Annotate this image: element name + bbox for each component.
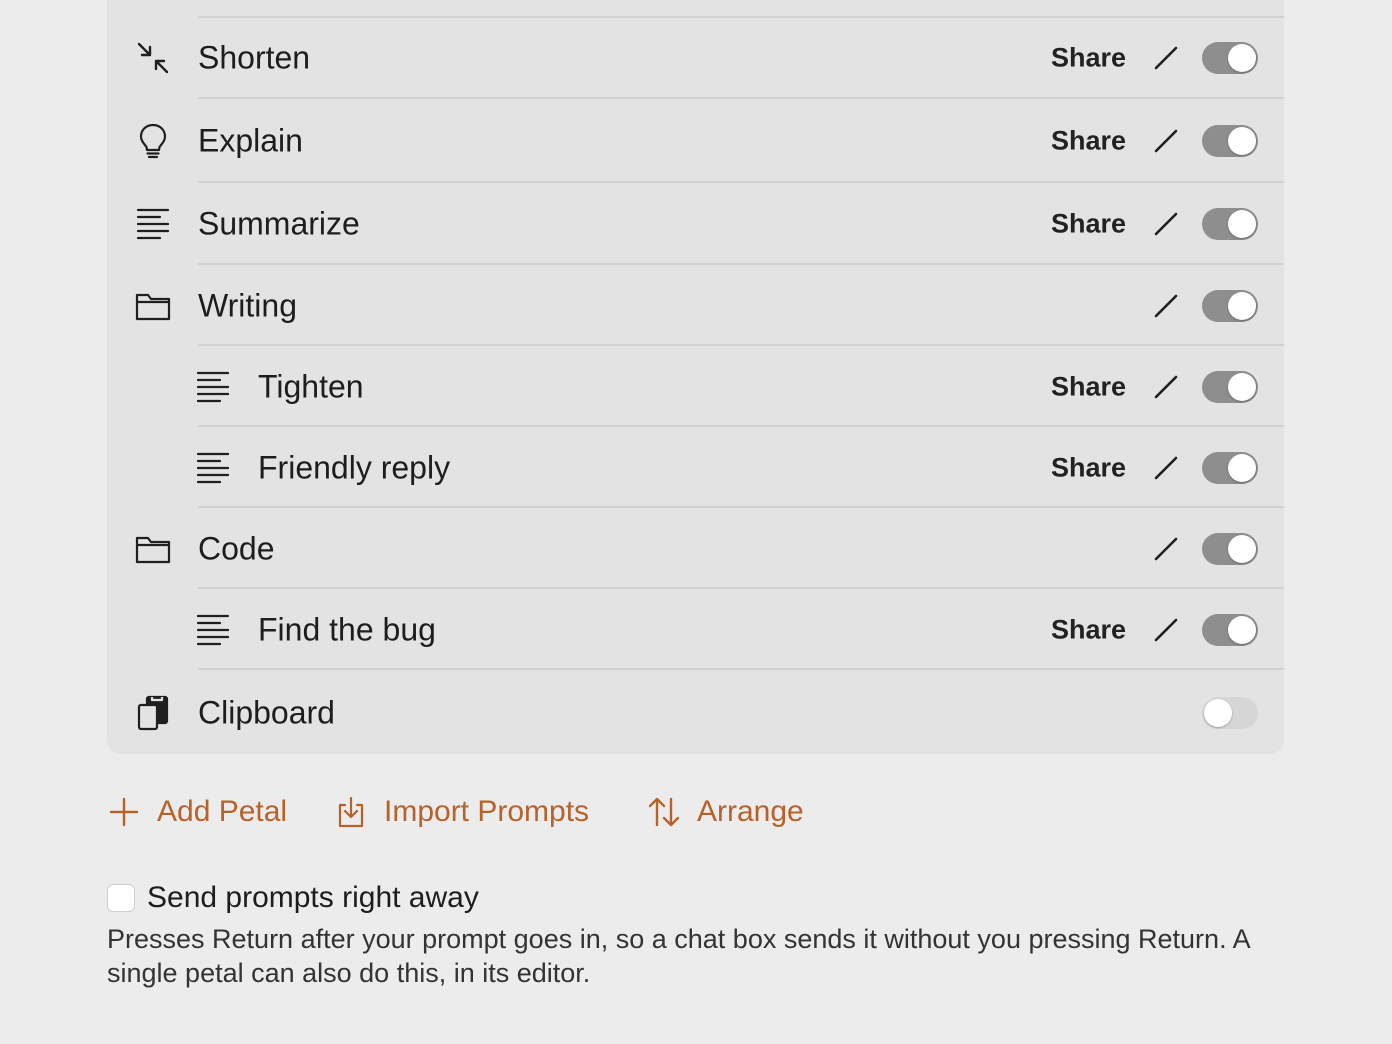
share-button[interactable]: Share [1051, 126, 1126, 157]
folder-icon [134, 530, 172, 568]
share-button[interactable]: Share [1051, 209, 1126, 240]
pencil-icon[interactable] [1152, 292, 1180, 320]
share-button[interactable]: Share [1051, 614, 1126, 645]
pencil-icon[interactable] [1152, 454, 1180, 482]
add-petal-button[interactable]: Add Petal [107, 790, 287, 834]
enable-toggle[interactable] [1202, 289, 1258, 322]
arrange-button[interactable]: Arrange [647, 790, 804, 834]
pencil-icon[interactable] [1152, 44, 1180, 72]
shrink-arrows-icon [134, 39, 172, 77]
pencil-icon[interactable] [1152, 210, 1180, 238]
petal-row-shorten[interactable]: Shorten Share [107, 16, 1284, 99]
send-prompts-option: Send prompts right away [107, 880, 479, 916]
petal-label: Clipboard [198, 694, 335, 731]
petal-row-clipboard[interactable]: Clipboard [107, 670, 1284, 756]
petal-row-find-the-bug[interactable]: Find the bug Share [107, 589, 1284, 670]
send-prompts-checkbox[interactable] [107, 884, 135, 912]
sort-arrows-icon [648, 797, 680, 827]
enable-toggle[interactable] [1202, 613, 1258, 646]
import-prompts-label: Import Prompts [384, 795, 590, 828]
petal-label: Friendly reply [258, 449, 451, 485]
send-prompts-help: Presses Return after your prompt goes in… [107, 924, 1250, 988]
share-button[interactable]: Share [1051, 42, 1126, 73]
row-divider [198, 16, 1284, 18]
text-lines-icon [134, 205, 172, 243]
text-lines-icon [194, 368, 232, 406]
clipboard-icon [134, 694, 172, 732]
import-prompts-button[interactable]: Import Prompts [334, 790, 589, 834]
petal-folder-code[interactable]: Code [107, 508, 1284, 589]
petals-list: Shorten Share Explain Share Summarize Sh… [107, 0, 1284, 754]
petal-row-summarize[interactable]: Summarize Share [107, 183, 1284, 265]
enable-toggle[interactable] [1202, 370, 1258, 403]
pencil-icon[interactable] [1152, 373, 1180, 401]
petal-row-tighten[interactable]: Tighten Share [107, 346, 1284, 427]
folder-icon [134, 287, 172, 325]
petal-label: Explain [198, 122, 303, 159]
text-lines-icon [194, 449, 232, 487]
plus-icon [109, 797, 139, 827]
petal-folder-writing[interactable]: Writing [107, 265, 1284, 346]
petal-label: Code [198, 530, 275, 566]
enable-toggle[interactable] [1202, 451, 1258, 484]
petal-label: Summarize [198, 205, 360, 242]
enable-toggle[interactable] [1202, 41, 1258, 74]
text-lines-icon [194, 611, 232, 649]
import-icon [338, 796, 364, 828]
pencil-icon[interactable] [1152, 127, 1180, 155]
petal-row-friendly-reply[interactable]: Friendly reply Share [107, 427, 1284, 508]
petal-label: Shorten [198, 39, 311, 75]
share-button[interactable]: Share [1051, 371, 1126, 402]
petal-label: Tighten [258, 368, 364, 404]
enable-toggle[interactable] [1202, 125, 1258, 157]
pencil-icon[interactable] [1152, 616, 1180, 644]
enable-toggle[interactable] [1202, 532, 1258, 565]
arrange-label: Arrange [697, 795, 804, 828]
petal-label: Find the bug [258, 611, 436, 647]
petal-label: Writing [198, 287, 297, 323]
petal-row-explain[interactable]: Explain Share [107, 99, 1284, 183]
share-button[interactable]: Share [1051, 452, 1126, 483]
lightbulb-icon [134, 122, 172, 160]
add-petal-label: Add Petal [157, 795, 288, 828]
enable-toggle[interactable] [1202, 208, 1258, 240]
pencil-icon[interactable] [1152, 535, 1180, 563]
send-prompts-label: Send prompts right away [147, 881, 479, 914]
enable-toggle[interactable] [1202, 697, 1258, 729]
